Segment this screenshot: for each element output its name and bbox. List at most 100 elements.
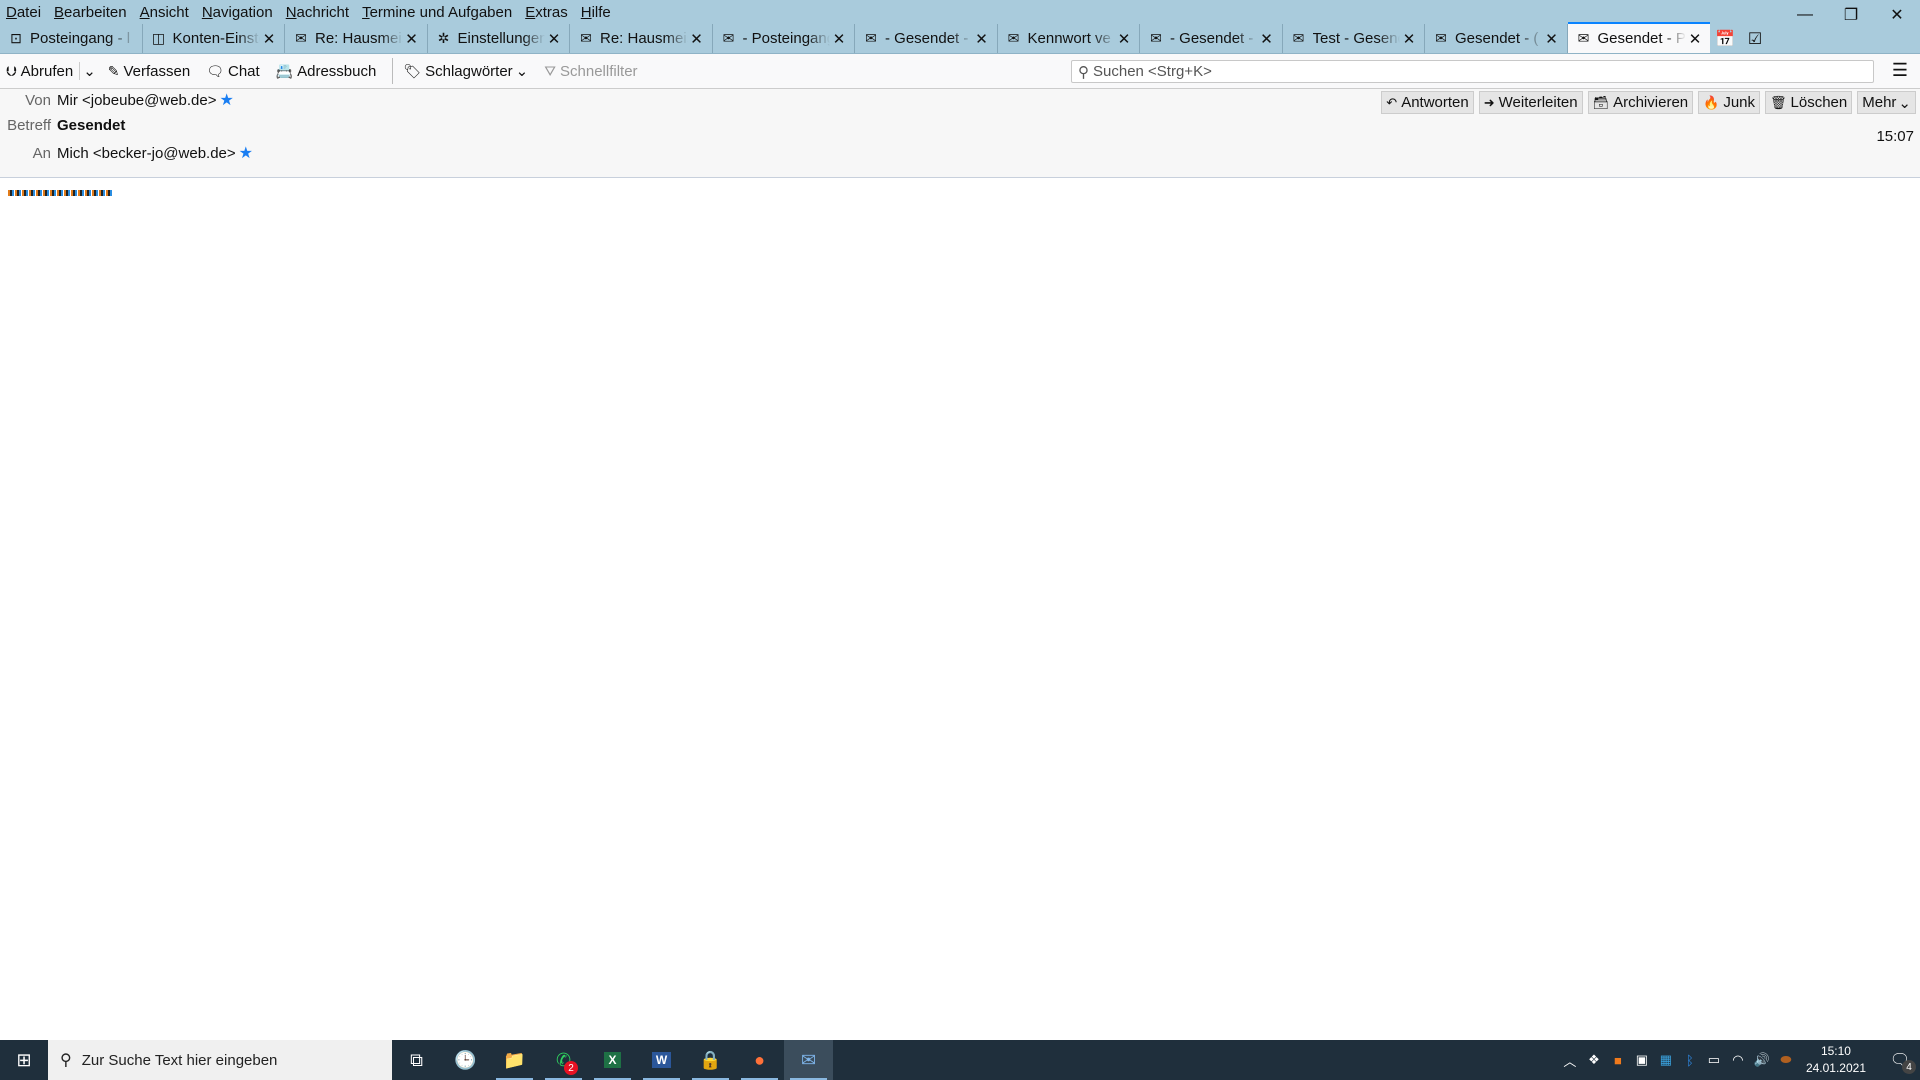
reply-label: Antworten <box>1401 94 1469 111</box>
message-body <box>0 178 1920 1040</box>
firefox-icon[interactable]: ● <box>735 1040 784 1080</box>
menu-nachricht[interactable]: Nachricht <box>286 4 349 21</box>
excel-icon[interactable]: X <box>588 1040 637 1080</box>
star-icon[interactable]: ★ <box>239 143 253 163</box>
abrufen-dropdown[interactable]: ⌄ <box>79 62 96 80</box>
tab-2[interactable]: ✉ Re: Hausmeister✕ <box>285 24 428 53</box>
battery-icon[interactable]: ▭ <box>1702 1052 1726 1068</box>
calendar-tab-icon[interactable]: 📅 <box>1710 24 1740 53</box>
menu-hilfe[interactable]: Hilfe <box>581 4 611 21</box>
tab-bar: ⊡Posteingang - l✕◫Konten-Einstellungen✕✉… <box>0 22 1920 54</box>
close-tab-icon[interactable]: ✕ <box>403 30 421 48</box>
tab-9[interactable]: ✉ Test - Gesendet✕ <box>1283 24 1425 53</box>
close-tab-icon[interactable]: ✕ <box>688 30 706 48</box>
whatsapp-icon[interactable]: ✆ 2 <box>539 1040 588 1080</box>
to-address[interactable]: Mich <becker-jo@web.de> <box>57 145 236 162</box>
from-address[interactable]: Mir <jobeube@web.de> <box>57 92 217 109</box>
tab-5[interactable]: ✉ - Posteingang ✕ <box>713 24 855 53</box>
forward-button[interactable]: ➜ Weiterleiten <box>1478 91 1583 114</box>
delete-button[interactable]: 🗑 Löschen <box>1765 91 1853 114</box>
message-content-scribble <box>8 190 113 196</box>
mail-icon: ✉ <box>1435 30 1447 46</box>
tab-label: - Posteingang <box>742 30 831 47</box>
close-tab-icon[interactable]: ✕ <box>1543 30 1561 48</box>
mail-icon: ✉ <box>1577 30 1590 46</box>
search-input[interactable]: ⚲ Suchen <Strg+K> <box>1071 60 1874 83</box>
schnellfilter-button[interactable]: ⛛ Schnellfilter <box>544 63 637 80</box>
close-tab-icon[interactable]: ✕ <box>1400 30 1418 48</box>
thunderbird-icon[interactable]: ✉ <box>784 1040 833 1080</box>
menu-bearbeiten[interactable]: Bearbeiten <box>54 4 127 21</box>
close-tab-icon[interactable]: ✕ <box>1258 30 1276 48</box>
menu-navigation[interactable]: Navigation <box>202 4 273 21</box>
monitor-icon[interactable]: ▣ <box>1630 1052 1654 1068</box>
more-button[interactable]: Mehr ⌄ <box>1857 91 1916 114</box>
notification-center-icon[interactable]: 🗨 4 <box>1880 1050 1920 1074</box>
bluetooth-icon[interactable]: ᛒ <box>1678 1053 1702 1068</box>
tab-3[interactable]: ✲ Einstellungen ✕ <box>428 24 570 53</box>
taskbar-clock[interactable]: 15:10 24.01.2021 <box>1806 1043 1866 1077</box>
search-placeholder: Suchen <Strg+K> <box>1093 63 1212 80</box>
tab-1[interactable]: ◫ Konten-Einstellungen✕ <box>143 24 285 53</box>
taskbar-search-input[interactable]: ⚲ Zur Suche Text hier eingeben <box>48 1040 392 1080</box>
download-icon: ⮋ <box>6 62 17 79</box>
message-header: Von Mir <jobeube@web.de> ★ Betreff Gesen… <box>0 89 1920 178</box>
network-app-icon[interactable]: ▦ <box>1654 1052 1678 1068</box>
adressbuch-button[interactable]: 📇 Adressbuch <box>276 63 377 80</box>
task-view-icon[interactable]: ⧉ <box>392 1040 441 1080</box>
windows-start-icon[interactable]: ⊞ <box>0 1040 48 1080</box>
taskbar-search-placeholder: Zur Suche Text hier eingeben <box>81 1051 278 1069</box>
chevron-up-icon[interactable]: ︿ <box>1558 1051 1582 1070</box>
word-icon[interactable]: W <box>637 1040 686 1080</box>
clock-app-icon[interactable]: 🕒 <box>441 1040 490 1080</box>
vpn-lock-icon[interactable]: 🔒 <box>686 1040 735 1080</box>
menu-extras[interactable]: Extras <box>525 4 568 21</box>
tab-10[interactable]: ✉ Gesendet - (✕ <box>1425 24 1568 53</box>
tab-label: Re: Hausmeister <box>315 30 403 47</box>
reply-button[interactable]: ↶ Antworten <box>1381 91 1474 114</box>
menu-datei[interactable]: Datei <box>6 4 41 21</box>
tab-label: Posteingang - l <box>30 30 131 47</box>
star-icon[interactable]: ★ <box>220 90 234 110</box>
file-explorer-icon[interactable]: 📁 <box>490 1040 539 1080</box>
hamburger-menu-icon[interactable]: ☰ <box>1892 60 1908 81</box>
app-tray-icon[interactable]: ■ <box>1606 1053 1630 1068</box>
windows-taskbar: ⊞ ⚲ Zur Suche Text hier eingeben ⧉ 🕒 📁 ✆ 2… <box>0 1040 1920 1080</box>
tab-11[interactable]: ✉ Gesendet - P ✕ <box>1567 22 1710 53</box>
tab-8[interactable]: ✉ - Gesendet - ✕ <box>1140 24 1283 53</box>
account-icon: ◫ <box>151 30 166 46</box>
mail-icon: ✉ <box>722 30 735 46</box>
menu-termine[interactable]: Termine und Aufgaben <box>362 4 512 21</box>
dropbox-icon[interactable]: ❖ <box>1582 1052 1606 1068</box>
delete-label: Löschen <box>1790 94 1848 111</box>
junk-label: Junk <box>1723 94 1755 111</box>
close-tab-icon[interactable]: ✕ <box>545 30 563 48</box>
close-tab-icon[interactable]: ✕ <box>1686 30 1704 48</box>
wifi-icon[interactable]: ◠ <box>1726 1052 1750 1068</box>
chat-button[interactable]: 🗨 Chat <box>206 63 259 80</box>
message-time: 15:07 <box>1876 128 1914 145</box>
forward-icon: ➜ <box>1483 94 1495 110</box>
verfassen-label: Verfassen <box>123 62 191 80</box>
close-tab-icon[interactable]: ✕ <box>260 30 278 48</box>
tasks-tab-icon[interactable]: ☑ <box>1740 24 1770 53</box>
tab-0[interactable]: ⊡Posteingang - l✕ <box>0 24 143 53</box>
schlagwoerter-button[interactable]: 🏷 Schlagwörter ⌄ <box>403 62 528 81</box>
close-tab-icon[interactable]: ✕ <box>1115 30 1133 48</box>
tab-4[interactable]: ✉ Re: Hausmeister✕ <box>570 24 713 53</box>
menu-ansicht[interactable]: Ansicht <box>140 4 189 21</box>
weather-icon[interactable]: ⬬ <box>1774 1052 1798 1068</box>
abrufen-button[interactable]: ⮋ Abrufen <box>6 63 73 80</box>
verfassen-button[interactable]: ✎ Verfassen <box>108 63 190 80</box>
tag-icon: 🏷 <box>403 62 422 79</box>
volume-icon[interactable]: 🔊 <box>1750 1052 1774 1068</box>
forward-label: Weiterleiten <box>1498 94 1578 111</box>
close-tab-icon[interactable]: ✕ <box>973 30 991 48</box>
archive-label: Archivieren <box>1613 94 1689 111</box>
close-tab-icon[interactable]: ✕ <box>830 30 848 48</box>
toolbar-separator <box>392 58 394 84</box>
tab-6[interactable]: ✉ - Gesendet - ✕ <box>855 24 998 53</box>
junk-button[interactable]: 🔥 Junk <box>1698 91 1760 114</box>
archive-button[interactable]: 🗃 Archivieren <box>1587 91 1694 114</box>
tab-7[interactable]: ✉ Kennwort ve ✕ <box>998 24 1140 53</box>
